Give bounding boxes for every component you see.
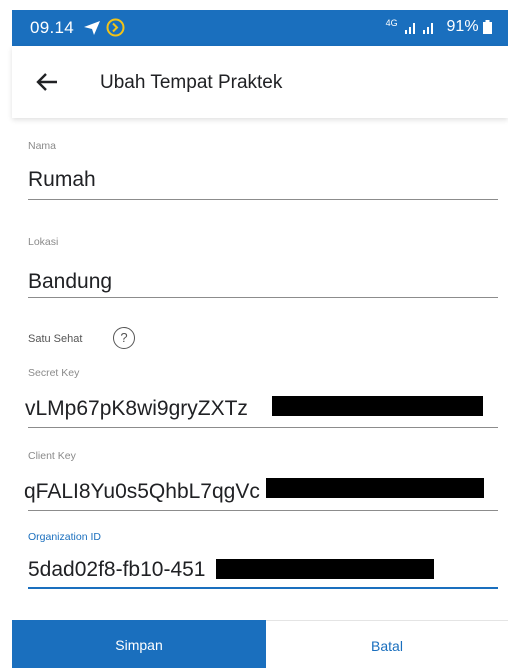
page-title: Ubah Tempat Praktek — [100, 72, 283, 93]
navigation-arrow-icon — [84, 21, 100, 35]
app-bar: Ubah Tempat Praktek — [12, 46, 508, 118]
client-key-field[interactable]: Client Key qFALI8Yu0s5QhbL7qgVc — [24, 450, 498, 512]
client-key-label: Client Key — [28, 450, 76, 462]
lokasi-underline — [28, 297, 498, 298]
redaction-bar — [266, 478, 484, 498]
lokasi-field[interactable]: Lokasi Bandung — [28, 236, 498, 300]
nama-field[interactable]: Nama Rumah — [28, 140, 498, 202]
status-bar: 09.14 4G 91% — [12, 10, 508, 46]
status-time: 09.14 — [30, 18, 75, 37]
circle-chevron-icon — [106, 18, 125, 37]
cancel-button[interactable]: Batal — [266, 620, 508, 668]
arrow-left-icon[interactable] — [35, 70, 59, 94]
save-button[interactable]: Simpan — [12, 620, 266, 668]
satu-sehat-label: Satu Sehat — [28, 333, 83, 345]
battery-level: 91% — [446, 18, 479, 35]
help-icon[interactable]: ? — [113, 327, 135, 349]
secret-key-underline — [28, 427, 498, 428]
battery-icon — [483, 19, 492, 34]
signal-icon — [405, 22, 434, 34]
organization-id-label: Organization ID — [28, 531, 101, 543]
status-right: 4G 91% — [386, 18, 492, 36]
organization-id-underline — [28, 587, 498, 589]
secret-key-field[interactable]: Secret Key vLMp67pK8wi9gryZXTz — [25, 367, 498, 429]
lokasi-input[interactable]: Bandung — [28, 270, 498, 294]
lokasi-label: Lokasi — [28, 236, 59, 248]
redaction-bar — [272, 396, 483, 416]
nama-underline — [28, 199, 498, 200]
nama-input[interactable]: Rumah — [28, 168, 498, 192]
redaction-bar — [216, 559, 434, 579]
network-type: 4G — [385, 18, 398, 28]
client-key-underline — [28, 510, 498, 511]
organization-id-field[interactable]: Organization ID 5dad02f8-fb10-451 — [28, 531, 498, 591]
nama-label: Nama — [28, 140, 57, 152]
secret-key-label: Secret Key — [28, 367, 80, 379]
